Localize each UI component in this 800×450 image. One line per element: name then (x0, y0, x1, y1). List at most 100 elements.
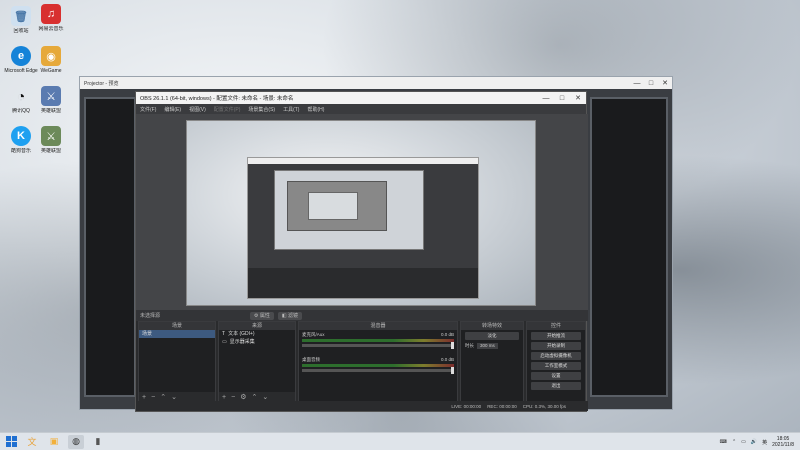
add-icon[interactable]: + (142, 394, 146, 401)
desktop-icon-edge[interactable]: e Microsoft Edge (4, 46, 38, 74)
scenes-dock-title: 场景 (139, 322, 215, 330)
recursive-obs-preview (247, 157, 479, 299)
mirror-frame-left (84, 97, 136, 397)
menu-scene-collection[interactable]: 场景集合(S) (248, 106, 275, 113)
transition-duration-input[interactable]: 300 ms (477, 343, 498, 349)
recursive-docks (248, 268, 478, 298)
taskbar-app-4-icon[interactable]: ▮ (90, 435, 106, 449)
volume-meter (302, 364, 454, 367)
transitions-dock-title: 转场特效 (461, 322, 523, 330)
filters-button[interactable]: ◧ 滤镜 (277, 311, 302, 320)
rec-status: REC: 00:00:00 (487, 403, 517, 409)
recursive-inner-frame (287, 181, 387, 231)
scenes-dock: 场景 场景 + − ⌃ ⌄ (138, 321, 216, 403)
menu-view[interactable]: 视图(V) (189, 106, 206, 113)
recursive-innermost-frame (308, 192, 358, 220)
projector-title: Projector - 预览 (84, 80, 119, 87)
obs-docks: 场景 场景 + − ⌃ ⌄ 来源 T 文本 (GDI+) ▭ 显示器采集 + −… (136, 321, 588, 403)
qq-penguin-icon: ◔ (16, 88, 26, 104)
controls-dock: 控件 开始推流 开始录制 启动虚拟摄像机 工作室模式 设置 退出 (526, 321, 586, 403)
properties-button[interactable]: ⚙ 属性 (250, 311, 274, 320)
transitions-dock: 转场特效 淡化 时长 300 ms (460, 321, 524, 403)
volume-meter (302, 339, 454, 342)
desktop-icon-wegame[interactable]: ◉ WeGame (34, 46, 68, 74)
netease-music-icon: ♫ (41, 4, 61, 24)
keyboard-icon[interactable]: ⌨ (720, 439, 727, 445)
mixer-dock: 混音器 麦克风/Aux 0.0 dB 桌面音频 0.0 dB (298, 321, 458, 403)
studio-mode-button[interactable]: 工作室模式 (531, 362, 581, 370)
start-virtual-camera-button[interactable]: 启动虚拟摄像机 (531, 352, 581, 360)
menu-help[interactable]: 帮助(H) (307, 106, 324, 113)
maximize-button[interactable]: □ (644, 77, 658, 89)
close-button[interactable]: ✕ (570, 92, 586, 104)
minimize-button[interactable]: — (630, 77, 644, 89)
monitor-source-icon: ▭ (222, 339, 227, 345)
recursive-preview-canvas (274, 170, 424, 250)
sources-dock: 来源 T 文本 (GDI+) ▭ 显示器采集 + − ⚙ ⌃ ⌄ (218, 321, 296, 403)
mixer-channel-mic: 麦克风/Aux 0.0 dB (299, 330, 457, 349)
move-down-icon[interactable]: ⌄ (171, 393, 177, 401)
desktop-icon-netease-music[interactable]: ♫ 网易云音乐 (34, 4, 68, 32)
source-list-item[interactable]: ▭ 显示器采集 (219, 338, 295, 346)
recycle-bin-icon: 🗑 (11, 6, 31, 26)
start-recording-button[interactable]: 开始录制 (531, 342, 581, 350)
volume-slider[interactable] (302, 342, 454, 349)
wegame-icon: ◉ (41, 46, 61, 66)
desktop-icon-lol-1[interactable]: ⚔ 英雄联盟 (34, 86, 68, 114)
network-icon[interactable]: ▭ (741, 439, 746, 445)
chevron-up-icon[interactable]: ⌃ (732, 439, 736, 445)
remove-icon[interactable]: − (231, 394, 235, 401)
sources-dock-title: 来源 (219, 322, 295, 330)
menu-profile[interactable]: 配置文件(P) (214, 106, 241, 113)
edge-icon: e (11, 46, 31, 66)
clock[interactable]: 18:05 2021/11/8 (772, 436, 794, 448)
desktop-icon-qq[interactable]: ◔ 腾讯QQ (4, 86, 38, 114)
close-button[interactable]: ✕ (658, 77, 672, 89)
menu-tools[interactable]: 工具(T) (283, 106, 299, 113)
move-up-icon[interactable]: ⌃ (251, 393, 257, 401)
move-down-icon[interactable]: ⌄ (262, 393, 268, 401)
lol-icon: ⚔ (41, 126, 61, 146)
taskbar-obs-icon[interactable]: ◍ (68, 434, 84, 449)
recursive-titlebar (248, 158, 478, 164)
preview-desktop-icons (187, 121, 217, 197)
gear-icon[interactable]: ⚙ (240, 393, 246, 401)
scene-list-item[interactable]: 场景 (139, 330, 215, 338)
input-language[interactable]: 英 (762, 439, 767, 446)
start-button[interactable] (4, 435, 18, 449)
menu-file[interactable]: 文件(F) (140, 106, 156, 113)
mixer-channel-desktop: 桌面音频 0.0 dB (299, 355, 457, 374)
cpu-status: CPU: 0.3%, 30.00 fps (522, 403, 566, 409)
add-icon[interactable]: + (222, 394, 226, 401)
taskbar-app-2-icon[interactable]: ▣ (46, 435, 62, 449)
status-bar: LIVE: 00:00:00 REC: 00:00:00 CPU: 0.3%, … (136, 401, 588, 411)
controls-dock-title: 控件 (527, 322, 585, 330)
obs-title: OBS 26.1.1 (64-bit, windows) - 配置文件: 未命名… (140, 96, 294, 102)
exit-button[interactable]: 退出 (531, 382, 581, 390)
desktop-icon-lol-2[interactable]: ⚔ 英雄联盟 (34, 126, 68, 154)
volume-slider[interactable] (302, 367, 454, 374)
volume-icon[interactable]: 🔊 (751, 439, 757, 445)
lol-icon: ⚔ (41, 86, 61, 106)
desktop-icon-recycle-bin[interactable]: 🗑 回收站 (4, 6, 38, 34)
source-list-item[interactable]: T 文本 (GDI+) (219, 330, 295, 338)
projector-titlebar[interactable]: Projector - 预览 — □ ✕ (80, 77, 672, 89)
preview-canvas[interactable] (186, 120, 536, 306)
remove-icon[interactable]: − (151, 394, 155, 401)
text-source-icon: T (222, 331, 226, 337)
start-streaming-button[interactable]: 开始推流 (531, 332, 581, 340)
menu-edit[interactable]: 编辑(E) (164, 106, 181, 113)
settings-button[interactable]: 设置 (531, 372, 581, 380)
obs-window: OBS 26.1.1 (64-bit, windows) - 配置文件: 未命名… (135, 91, 588, 412)
preview-area (136, 114, 588, 310)
taskbar: 文 ▣ ◍ ▮ ⌨ ⌃ ▭ 🔊 英 18:05 2021/11/8 (0, 432, 800, 450)
minimize-button[interactable]: — (538, 92, 554, 104)
move-up-icon[interactable]: ⌃ (160, 393, 166, 401)
desktop-icon-kugou[interactable]: K 酷狗音乐 (4, 126, 38, 154)
mirror-frame-right (590, 97, 668, 397)
obs-titlebar[interactable]: OBS 26.1.1 (64-bit, windows) - 配置文件: 未命名… (136, 92, 586, 104)
taskbar-app-1-icon[interactable]: 文 (24, 435, 40, 449)
transition-type-select[interactable]: 淡化 (465, 332, 519, 340)
source-toolbar: 未选择源 ⚙ 属性 ◧ 滤镜 (136, 310, 588, 321)
maximize-button[interactable]: □ (554, 92, 570, 104)
